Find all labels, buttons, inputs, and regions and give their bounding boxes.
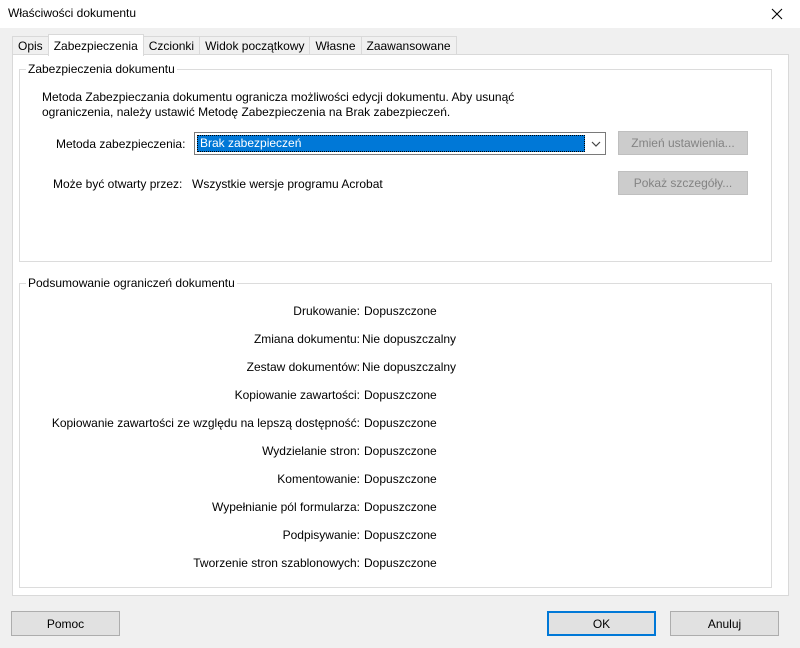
security-method-select[interactable]: Brak zabezpieczeń — [194, 132, 606, 155]
change-settings-button[interactable]: Zmień ustawienia... — [618, 131, 748, 155]
opened-by-value: Wszystkie wersje programu Acrobat — [192, 177, 383, 191]
restriction-label: Tworzenie stron szablonowych: — [193, 556, 360, 570]
properties-dialog: Właściwości dokumentu Opis Zabezpieczeni… — [0, 0, 800, 648]
restriction-label: Zestaw dokumentów: — [246, 360, 360, 374]
tab-zaawansowane[interactable]: Zaawansowane — [360, 36, 457, 55]
restriction-label: Drukowanie: — [293, 304, 360, 318]
document-security-group: Zabezpieczenia dokumentu Metoda Zabezpie… — [19, 62, 772, 262]
tab-strip: Opis Zabezpieczenia Czcionki Widok począ… — [12, 34, 457, 56]
help-button[interactable]: Pomoc — [11, 611, 120, 636]
tab-zabezpieczenia[interactable]: Zabezpieczenia — [47, 34, 144, 56]
restriction-row: Komentowanie: Dopuszczone — [20, 472, 780, 488]
close-icon — [771, 8, 783, 20]
restriction-value: Dopuszczone — [364, 388, 437, 402]
restriction-row: Kopiowanie zawartości ze względu na leps… — [20, 416, 780, 432]
restrictions-summary-title: Podsumowanie ograniczeń dokumentu — [26, 276, 237, 290]
restriction-label: Kopiowanie zawartości ze względu na leps… — [51, 416, 360, 430]
restriction-label: Podpisywanie: — [282, 528, 360, 542]
window-title: Właściwości dokumentu — [8, 6, 137, 20]
tab-widok-poczatkowy[interactable]: Widok początkowy — [199, 36, 311, 55]
restriction-row: Zestaw dokumentów: Nie dopuszczalny — [20, 360, 780, 376]
restriction-label: Komentowanie: — [277, 472, 360, 486]
restriction-label: Wydzielanie stron: — [262, 444, 360, 458]
restriction-row: Podpisywanie: Dopuszczone — [20, 528, 780, 544]
document-security-title: Zabezpieczenia dokumentu — [26, 62, 177, 76]
restriction-value: Dopuszczone — [364, 500, 437, 514]
opened-by-label: Może być otwarty przez: — [53, 177, 183, 191]
restriction-row: Drukowanie: Dopuszczone — [20, 304, 780, 320]
restriction-label: Kopiowanie zawartości: — [234, 388, 360, 402]
restriction-value: Dopuszczone — [364, 416, 437, 430]
restrictions-summary-group: Podsumowanie ograniczeń dokumentu Drukow… — [19, 276, 772, 588]
restriction-value: Dopuszczone — [364, 472, 437, 486]
restriction-label: Wypełnianie pól formularza: — [212, 500, 360, 514]
security-method-label: Metoda zabezpieczenia: — [56, 137, 186, 151]
restriction-value: Dopuszczone — [364, 304, 437, 318]
restriction-row: Tworzenie stron szablonowych: Dopuszczon… — [20, 556, 780, 572]
tab-wlasne[interactable]: Własne — [309, 36, 362, 55]
title-bar: Właściwości dokumentu — [0, 0, 800, 28]
restriction-row: Kopiowanie zawartości: Dopuszczone — [20, 388, 780, 404]
cancel-button[interactable]: Anuluj — [670, 611, 779, 636]
restriction-row: Zmiana dokumentu: Nie dopuszczalny — [20, 332, 780, 348]
restriction-row: Wypełnianie pól formularza: Dopuszczone — [20, 500, 780, 516]
security-tab-panel: Zabezpieczenia dokumentu Metoda Zabezpie… — [12, 54, 789, 596]
restriction-value: Dopuszczone — [364, 556, 437, 570]
show-details-button[interactable]: Pokaż szczegóły... — [618, 171, 748, 195]
chevron-down-icon — [591, 141, 601, 147]
restriction-value: Nie dopuszczalny — [362, 360, 457, 374]
security-method-value: Brak zabezpieczeń — [197, 135, 585, 152]
restriction-value: Dopuszczone — [364, 444, 437, 458]
tab-opis[interactable]: Opis — [12, 36, 49, 55]
restriction-value: Dopuszczone — [364, 528, 437, 542]
tab-czcionki[interactable]: Czcionki — [142, 36, 201, 55]
restriction-row: Wydzielanie stron: Dopuszczone — [20, 444, 780, 460]
restriction-value: Nie dopuszczalny — [362, 332, 457, 346]
restriction-label: Zmiana dokumentu: — [253, 332, 360, 346]
ok-button[interactable]: OK — [547, 611, 656, 636]
security-description: Metoda Zabezpieczania dokumentu ogranicz… — [42, 90, 515, 119]
close-button[interactable] — [754, 0, 800, 28]
